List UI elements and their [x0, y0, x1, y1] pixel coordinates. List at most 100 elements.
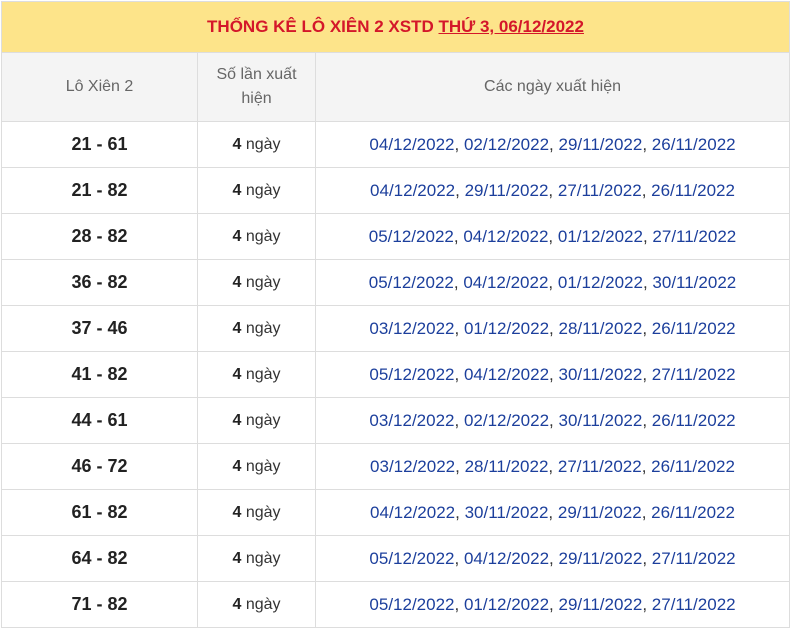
date-link[interactable]: 05/12/2022: [369, 595, 454, 614]
date-link[interactable]: 30/11/2022: [559, 365, 643, 384]
count-cell: 4 ngày: [197, 443, 316, 490]
date-separator: ,: [548, 502, 558, 522]
table-body: 21 - 61 4 ngày 04/12/2022, 02/12/2022, 29/…: [1, 121, 791, 628]
date-separator: ,: [642, 410, 652, 430]
date-separator: ,: [454, 410, 464, 430]
pair-cell: 46 - 72: [1, 443, 198, 490]
dates-cell: 05/12/2022, 04/12/2022, 01/12/2022, 27/1…: [314, 213, 791, 260]
date-separator: ,: [642, 134, 652, 154]
date-separator: ,: [642, 548, 652, 568]
pair-cell: 41 - 82: [1, 351, 198, 398]
date-link[interactable]: 26/11/2022: [651, 503, 735, 522]
date-link[interactable]: 01/12/2022: [558, 227, 643, 246]
date-separator: ,: [454, 318, 464, 338]
date-link[interactable]: 04/12/2022: [370, 503, 455, 522]
date-link[interactable]: 28/11/2022: [559, 319, 643, 338]
date-link[interactable]: 27/11/2022: [652, 227, 736, 246]
date-link[interactable]: 01/12/2022: [464, 319, 549, 338]
date-separator: ,: [642, 594, 652, 614]
date-link[interactable]: 27/11/2022: [652, 595, 736, 614]
date-link[interactable]: 26/11/2022: [651, 181, 735, 200]
date-link[interactable]: 26/11/2022: [652, 411, 736, 430]
date-link[interactable]: 04/12/2022: [464, 365, 549, 384]
date-link[interactable]: 29/11/2022: [559, 595, 643, 614]
date-link[interactable]: 26/11/2022: [652, 319, 736, 338]
date-link[interactable]: 05/12/2022: [369, 273, 454, 292]
date-link[interactable]: 02/12/2022: [464, 411, 549, 430]
date-link[interactable]: 30/11/2022: [465, 503, 549, 522]
table-row: 46 - 72 4 ngày 03/12/2022, 28/11/2022, 27/…: [1, 443, 791, 490]
count-cell: 4 ngày: [197, 397, 316, 444]
date-separator: ,: [455, 456, 465, 476]
count-cell: 4 ngày: [197, 121, 316, 168]
date-link[interactable]: 28/11/2022: [465, 457, 549, 476]
count-unit: ngày: [245, 135, 281, 153]
header-pair: Lô Xiên 2: [1, 52, 198, 122]
date-link[interactable]: 27/11/2022: [558, 181, 642, 200]
date-separator: ,: [642, 318, 652, 338]
date-link[interactable]: 01/12/2022: [558, 273, 643, 292]
date-link[interactable]: 26/11/2022: [651, 457, 735, 476]
header-count: Số lần xuất hiện: [197, 52, 316, 122]
date-link[interactable]: 27/11/2022: [652, 549, 736, 568]
count-value: 4: [232, 273, 242, 291]
dates-cell: 05/12/2022, 04/12/2022, 30/11/2022, 27/1…: [314, 351, 791, 398]
date-separator: ,: [548, 456, 558, 476]
count-cell: 4 ngày: [197, 489, 316, 536]
date-link[interactable]: 29/11/2022: [465, 181, 549, 200]
date-link[interactable]: 29/11/2022: [558, 503, 642, 522]
count-value: 4: [232, 457, 242, 475]
table-row: 37 - 46 4 ngày 03/12/2022, 01/12/2022, 28/…: [1, 305, 791, 352]
count-cell: 4 ngày: [197, 581, 316, 628]
table-row: 41 - 82 4 ngày 05/12/2022, 04/12/2022, 30/…: [1, 351, 791, 398]
date-separator: ,: [642, 226, 653, 246]
count-unit: ngày: [245, 227, 281, 245]
date-link[interactable]: 29/11/2022: [559, 135, 643, 154]
count-value: 4: [232, 365, 242, 383]
count-cell: 4 ngày: [197, 305, 316, 352]
date-separator: ,: [453, 272, 464, 292]
date-link[interactable]: 04/12/2022: [464, 549, 549, 568]
date-link[interactable]: 03/12/2022: [369, 411, 454, 430]
date-link[interactable]: 27/11/2022: [558, 457, 642, 476]
date-link[interactable]: 30/11/2022: [652, 273, 736, 292]
date-link[interactable]: 30/11/2022: [559, 411, 643, 430]
date-separator: ,: [642, 364, 652, 384]
date-link[interactable]: 01/12/2022: [464, 595, 549, 614]
date-separator: ,: [549, 364, 559, 384]
date-separator: ,: [454, 364, 464, 384]
date-separator: ,: [453, 226, 464, 246]
date-link[interactable]: 05/12/2022: [369, 365, 454, 384]
date-link[interactable]: 03/12/2022: [370, 457, 455, 476]
count-cell: 4 ngày: [197, 535, 316, 582]
date-separator: ,: [641, 502, 652, 522]
dates-cell: 04/12/2022, 29/11/2022, 27/11/2022, 26/1…: [314, 167, 791, 214]
date-link[interactable]: 04/12/2022: [463, 273, 548, 292]
dates-cell: 05/12/2022, 04/12/2022, 01/12/2022, 30/1…: [314, 259, 791, 306]
date-link[interactable]: 29/11/2022: [559, 549, 643, 568]
date-link[interactable]: 04/12/2022: [463, 227, 548, 246]
date-link[interactable]: 02/12/2022: [464, 135, 549, 154]
date-link[interactable]: 04/12/2022: [369, 135, 454, 154]
date-link[interactable]: 26/11/2022: [652, 135, 736, 154]
date-separator: ,: [454, 134, 464, 154]
count-value: 4: [232, 181, 242, 199]
table-row: 21 - 82 4 ngày 04/12/2022, 29/11/2022, 27/…: [1, 167, 791, 214]
date-link[interactable]: 04/12/2022: [370, 181, 455, 200]
date-link[interactable]: 05/12/2022: [369, 549, 454, 568]
date-separator: ,: [454, 594, 464, 614]
count-value: 4: [232, 595, 242, 613]
table-row: 64 - 82 4 ngày 05/12/2022, 04/12/2022, 29/…: [1, 535, 791, 582]
date-link[interactable]: 05/12/2022: [369, 227, 454, 246]
dates-cell: 03/12/2022, 28/11/2022, 27/11/2022, 26/1…: [314, 443, 791, 490]
title-date-link[interactable]: THỨ 3, 06/12/2022: [438, 17, 583, 36]
date-separator: ,: [549, 318, 559, 338]
lo-xien-table: THỐNG KÊ LÔ XIÊN 2 XSTD THỨ 3, 06/12/202…: [0, 1, 791, 628]
pair-cell: 71 - 82: [1, 581, 198, 628]
date-link[interactable]: 27/11/2022: [652, 365, 736, 384]
date-separator: ,: [641, 456, 652, 476]
table-row: 61 - 82 4 ngày 04/12/2022, 30/11/2022, 29/…: [1, 489, 791, 536]
date-link[interactable]: 03/12/2022: [369, 319, 454, 338]
count-unit: ngày: [245, 181, 281, 199]
dates-cell: 03/12/2022, 01/12/2022, 28/11/2022, 26/1…: [314, 305, 791, 352]
